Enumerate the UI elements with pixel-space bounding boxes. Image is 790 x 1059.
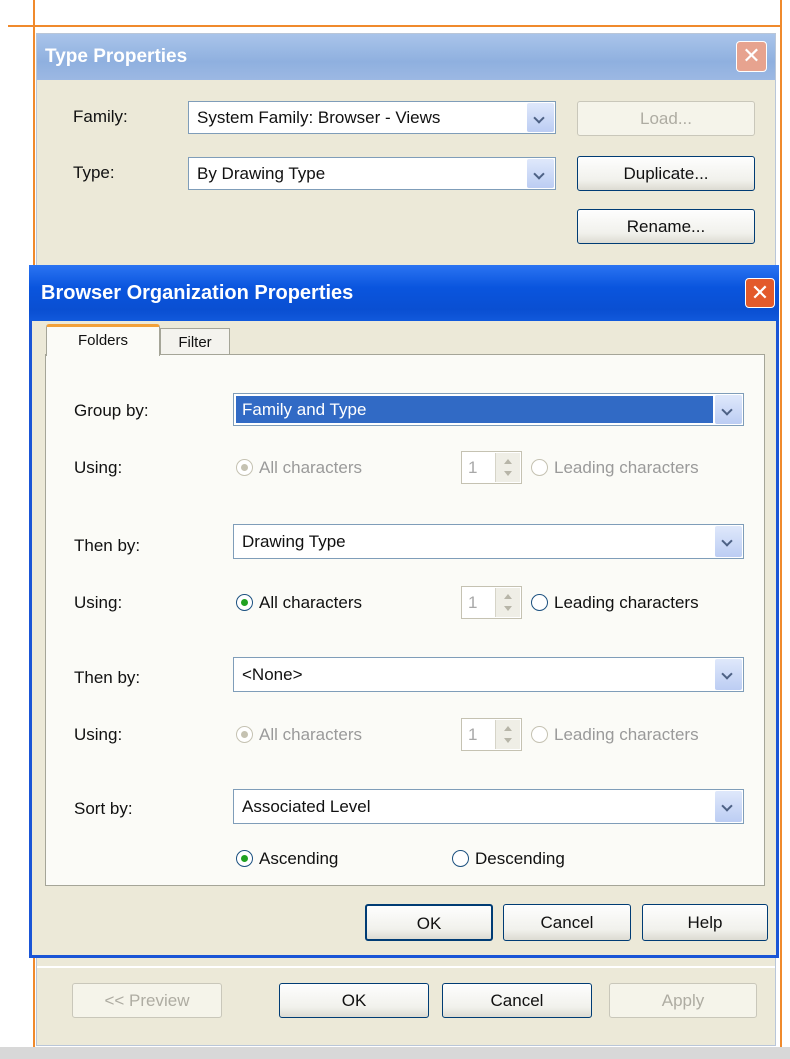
sort-descending-radio[interactable] (452, 850, 469, 867)
group-by-dropdown[interactable]: Family and Type (233, 393, 744, 426)
then-by-2-leading-characters-radio[interactable] (531, 726, 548, 743)
chevron-down-icon[interactable] (715, 659, 742, 690)
chevron-down-icon[interactable] (527, 159, 554, 188)
spinner-arrows-icon[interactable] (495, 453, 520, 482)
then-by-2-dropdown[interactable]: <None> (233, 657, 744, 692)
family-value: System Family: Browser - Views (197, 108, 441, 127)
browser-organization-titlebar: Browser Organization Properties ✕ (29, 265, 779, 321)
type-properties-close-icon[interactable]: ✕ (736, 41, 767, 72)
chevron-down-icon[interactable] (527, 103, 554, 132)
sort-descending-label: Descending (475, 849, 565, 868)
group-by-count-stepper[interactable]: 1 (461, 451, 522, 484)
then-by-2-all-characters-label: All characters (259, 725, 362, 744)
guide-line-right (780, 0, 782, 1059)
then-by-1-label: Then by: (74, 536, 141, 555)
group-by-all-characters-label: All characters (259, 458, 362, 477)
rename-button[interactable]: Rename... (577, 209, 755, 244)
folders-tab-panel: Group by: Family and Type Using: All cha… (45, 354, 765, 886)
type-dropdown[interactable]: By Drawing Type (188, 157, 556, 190)
group-by-value: Family and Type (236, 396, 713, 423)
sort-ascending-label: Ascending (259, 849, 339, 868)
sort-ascending-radio[interactable] (236, 850, 253, 867)
chevron-down-icon[interactable] (715, 395, 742, 424)
group-by-count-value: 1 (468, 458, 478, 477)
browser-organization-title: Browser Organization Properties (41, 282, 354, 304)
then-by-1-count-value: 1 (468, 593, 478, 612)
inner-cancel-button[interactable]: Cancel (503, 904, 631, 941)
then-by-1-dropdown[interactable]: Drawing Type (233, 524, 744, 559)
outer-cancel-button[interactable]: Cancel (442, 983, 592, 1018)
separator (37, 966, 775, 968)
sort-by-value: Associated Level (242, 797, 371, 816)
then-by-1-value: Drawing Type (242, 532, 346, 551)
guide-line-horizontal (8, 25, 782, 27)
then-by-2-count-value: 1 (468, 725, 478, 744)
duplicate-button[interactable]: Duplicate... (577, 156, 755, 191)
group-by-leading-characters-radio[interactable] (531, 459, 548, 476)
then-by-1-all-characters-label: All characters (259, 593, 362, 612)
then-by-1-count-stepper[interactable]: 1 (461, 586, 522, 619)
tab-folders[interactable]: Folders (46, 324, 160, 356)
family-dropdown[interactable]: System Family: Browser - Views (188, 101, 556, 134)
help-button[interactable]: Help (642, 904, 768, 941)
browser-organization-dialog: Browser Organization Properties ✕ Folder… (29, 265, 779, 958)
type-properties-titlebar: Type Properties ✕ (37, 34, 775, 80)
then-by-1-leading-characters-label: Leading characters (554, 593, 699, 612)
chevron-down-icon[interactable] (715, 526, 742, 557)
type-properties-title: Type Properties (45, 46, 188, 67)
browser-organization-close-icon[interactable]: ✕ (745, 278, 775, 308)
apply-button[interactable]: Apply (609, 983, 757, 1018)
then-by-2-label: Then by: (74, 668, 141, 687)
sort-by-label: Sort by: (74, 799, 133, 818)
spinner-arrows-icon[interactable] (495, 588, 520, 617)
then-by-1-leading-characters-radio[interactable] (531, 594, 548, 611)
then-by-2-value: <None> (242, 665, 303, 684)
then-by-2-leading-characters-label: Leading characters (554, 725, 699, 744)
group-by-all-characters-radio[interactable] (236, 459, 253, 476)
then-by-2-all-characters-radio[interactable] (236, 726, 253, 743)
sort-by-dropdown[interactable]: Associated Level (233, 789, 744, 824)
type-value: By Drawing Type (197, 164, 326, 183)
group-by-using-label: Using: (74, 458, 123, 477)
preview-button[interactable]: << Preview (72, 983, 222, 1018)
then-by-2-using-label: Using: (74, 725, 123, 744)
then-by-1-all-characters-radio[interactable] (236, 594, 253, 611)
outer-ok-button[interactable]: OK (279, 983, 429, 1018)
tab-filter[interactable]: Filter (160, 328, 230, 356)
then-by-2-count-stepper[interactable]: 1 (461, 718, 522, 751)
bottom-strip (0, 1047, 790, 1059)
inner-ok-button[interactable]: OK (365, 904, 493, 941)
chevron-down-icon[interactable] (715, 791, 742, 822)
family-label: Family: (73, 107, 128, 126)
then-by-1-using-label: Using: (74, 593, 123, 612)
spinner-arrows-icon[interactable] (495, 720, 520, 749)
load-button[interactable]: Load... (577, 101, 755, 136)
group-by-leading-characters-label: Leading characters (554, 458, 699, 477)
type-label: Type: (73, 163, 115, 182)
group-by-label: Group by: (74, 401, 149, 420)
